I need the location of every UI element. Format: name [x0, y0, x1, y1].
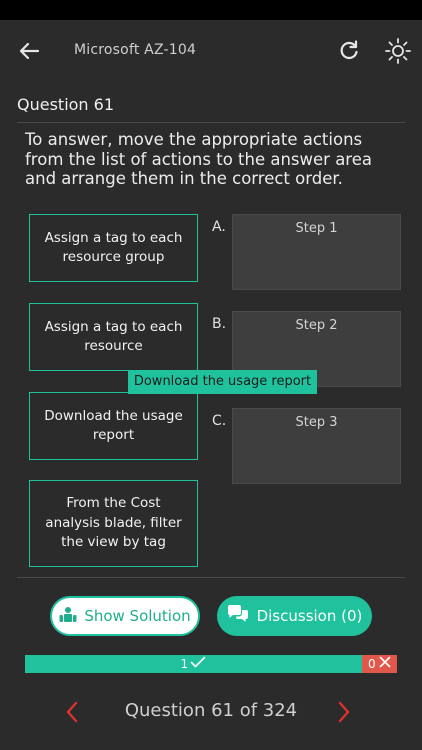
discussion-label: Discussion (0): [256, 607, 363, 625]
users-icon: [59, 606, 77, 626]
slot-label: Step 3: [295, 415, 338, 430]
header-divider: [17, 122, 405, 123]
drag-tooltip: Download the usage report: [128, 370, 317, 394]
app-title: Microsoft AZ-104: [74, 42, 197, 58]
sun-icon[interactable]: [384, 37, 412, 65]
chat-bubbles-icon: [227, 605, 249, 627]
cross-icon: [379, 655, 391, 673]
answer-letter: A.: [212, 219, 226, 235]
answer-letter: C.: [212, 413, 227, 429]
answer-slot[interactable]: Step 1: [232, 214, 401, 290]
score-bar: 1 0: [25, 655, 397, 673]
arrow-left-icon[interactable]: [16, 38, 44, 64]
chevron-left-icon[interactable]: [60, 699, 86, 725]
check-icon: [190, 655, 206, 673]
slot-label: Step 1: [295, 221, 338, 236]
status-bar: [0, 0, 422, 20]
action-item[interactable]: Download the usage report: [29, 392, 198, 460]
action-label: Assign a tag to each resource group: [44, 229, 183, 266]
wrong-segment: 0: [361, 655, 397, 673]
action-label: From the Cost analysis blade, filter the…: [45, 495, 182, 551]
show-solution-label: Show Solution: [84, 607, 191, 625]
question-counter: Question 61 of 324: [124, 700, 298, 721]
answer-letter: B.: [212, 316, 227, 332]
answer-slot[interactable]: Step 3: [232, 408, 401, 484]
wrong-count: 0: [368, 657, 376, 671]
action-item[interactable]: Assign a tag to each resource: [29, 303, 198, 371]
question-heading: Question 61: [17, 95, 115, 114]
actions-divider: [17, 577, 405, 578]
show-solution-button[interactable]: Show Solution: [50, 596, 200, 636]
action-item[interactable]: From the Cost analysis blade, filter the…: [29, 480, 198, 567]
action-label: Assign a tag to each resource: [44, 318, 183, 355]
reload-icon[interactable]: [336, 38, 362, 64]
correct-segment: 1: [25, 655, 362, 673]
chevron-right-icon[interactable]: [330, 699, 356, 725]
top-bar: Microsoft AZ-104: [0, 20, 422, 82]
correct-count: 1: [180, 657, 189, 671]
discussion-button[interactable]: Discussion (0): [217, 596, 372, 636]
action-item[interactable]: Assign a tag to each resource group: [29, 214, 198, 282]
slot-label: Step 2: [295, 318, 338, 333]
question-text: To answer, move the appropriate actions …: [25, 130, 372, 188]
action-label: Download the usage report: [44, 407, 183, 444]
